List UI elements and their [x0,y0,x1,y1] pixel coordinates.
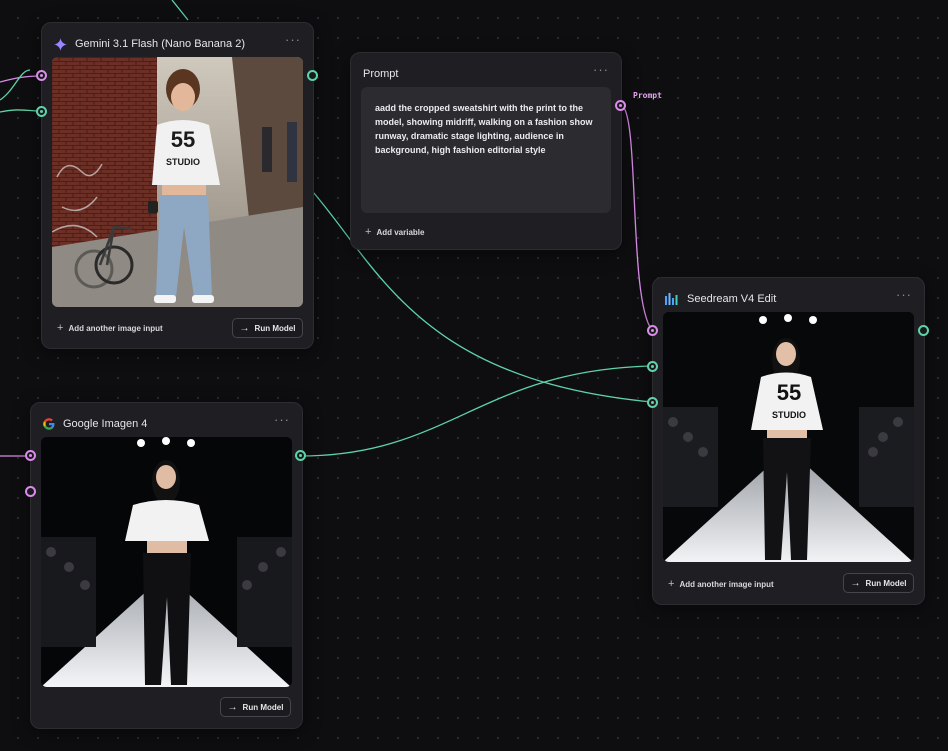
more-horizontal-icon[interactable]: ··· [593,63,609,77]
imagen-node[interactable]: Google Imagen 4 ··· → Run Model [30,402,303,729]
seedream-node-header: Seedream V4 Edit [665,290,776,308]
seedream-shirt-text: STUDIO [772,410,806,420]
gemini-input-port-image[interactable] [36,106,47,117]
seedream-node[interactable]: Seedream V4 Edit ··· 55 STUDIO + Add ano… [652,277,925,605]
seedream-output-image: 55 STUDIO [663,312,914,562]
arrow-right-icon: → [227,701,238,713]
prompt-node-title: Prompt [363,68,399,80]
run-model-button[interactable]: → Run Model [843,573,914,593]
add-variable-button[interactable]: + Add variable [365,226,424,238]
wire-left-green-in [0,69,42,113]
imagen-node-header: Google Imagen 4 [43,415,147,433]
run-model-label: Run Model [254,323,296,333]
prompt-node[interactable]: Prompt ··· aadd the cropped sweatshirt w… [350,52,622,250]
gemini-node[interactable]: Gemini 3.1 Flash (Nano Banana 2) ··· 55 … [41,22,314,349]
gemini-output-port[interactable] [307,70,318,81]
seedream-input-port-image-2[interactable] [647,397,658,408]
prompt-node-header: Prompt [363,65,398,83]
seedream-input-port-image-1[interactable] [647,361,658,372]
gemini-input-port-prompt[interactable] [36,70,47,81]
run-model-button[interactable]: → Run Model [232,318,303,338]
seedream-node-title: Seedream V4 Edit [687,293,777,305]
plus-icon: + [365,226,372,238]
imagen-input-port-negative[interactable] [25,486,36,497]
imagen-input-port-prompt[interactable] [25,450,36,461]
gemini-shirt-text: STUDIO [166,157,200,167]
seedream-shirt-number: 55 [777,380,801,405]
run-model-label: Run Model [865,578,907,588]
add-variable-label: Add variable [376,227,425,237]
wire-prompt-to-seedream [620,104,653,331]
imagen-output-image [41,437,292,687]
plus-icon: + [57,322,64,334]
plus-icon: + [668,578,675,590]
prompt-output-port[interactable] [615,100,626,111]
prompt-textarea[interactable]: aadd the cropped sweatshirt with the pri… [361,87,611,213]
arrow-right-icon: → [239,322,250,334]
wire-top-offscreen [171,0,189,21]
arrow-right-icon: → [850,577,861,589]
wire-left-pink-in [0,75,42,83]
seedream-input-port-prompt[interactable] [647,325,658,336]
gemini-output-image: 55 STUDIO [52,57,303,307]
sparkle-icon [54,37,67,51]
run-model-label: Run Model [242,702,284,712]
bar-chart-icon [665,293,678,305]
imagen-node-title: Google Imagen 4 [63,418,148,430]
gemini-node-header: Gemini 3.1 Flash (Nano Banana 2) [54,35,245,53]
more-horizontal-icon[interactable]: ··· [274,413,290,427]
imagen-output-port[interactable] [295,450,306,461]
wire-imagen-to-seedream [299,365,653,457]
more-horizontal-icon[interactable]: ··· [285,33,301,47]
seedream-output-port[interactable] [918,325,929,336]
add-image-input-label: Add another image input [679,579,774,589]
google-g-icon [43,418,55,430]
prompt-wire-label: Prompt [633,91,662,100]
add-image-input-label: Add another image input [68,323,163,333]
more-horizontal-icon[interactable]: ··· [896,288,912,302]
run-model-button[interactable]: → Run Model [220,697,291,717]
gemini-shirt-number: 55 [171,127,195,152]
add-image-input-button[interactable]: + Add another image input [668,578,774,590]
gemini-node-title: Gemini 3.1 Flash (Nano Banana 2) [75,38,245,50]
add-image-input-button[interactable]: + Add another image input [57,322,163,334]
